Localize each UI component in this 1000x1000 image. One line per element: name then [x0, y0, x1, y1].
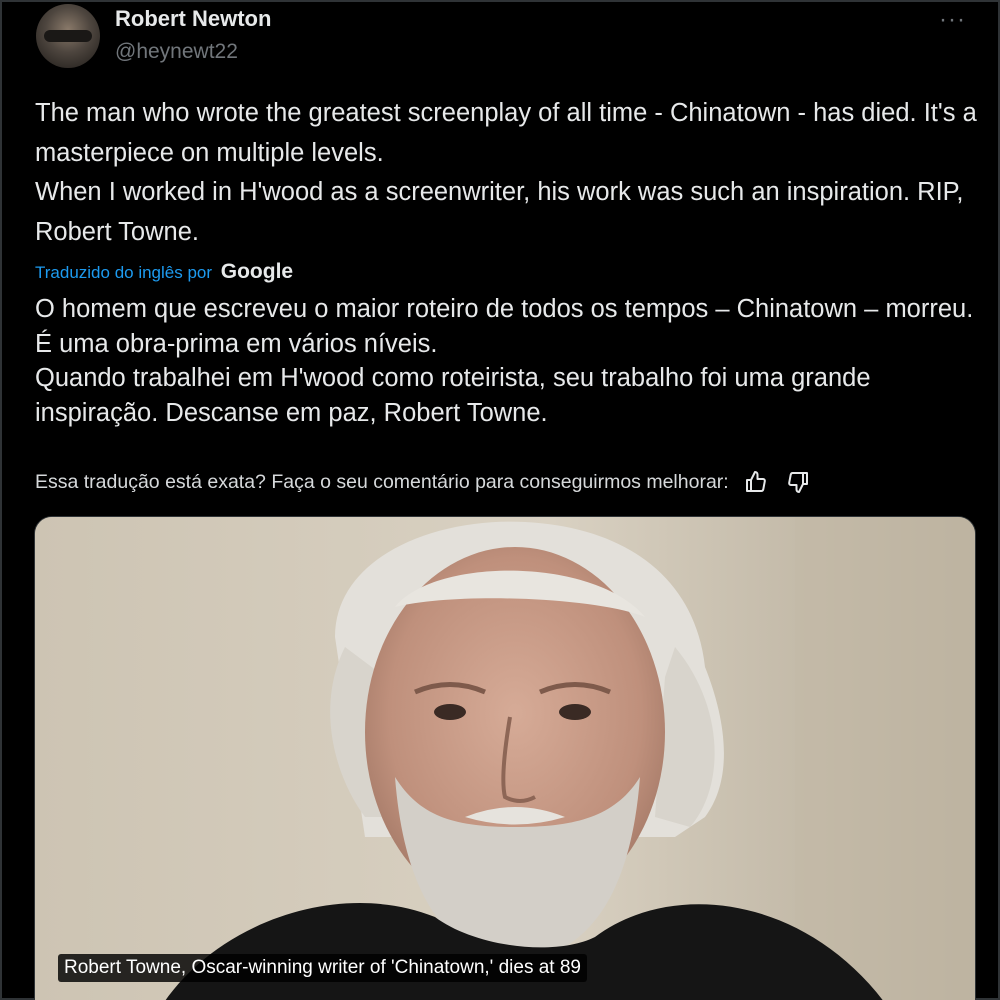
translation-attribution[interactable]: Traduzido do inglês por Google — [35, 260, 293, 284]
author-handle[interactable]: @heynewt22 — [115, 40, 238, 64]
translation-feedback: Essa tradução está exata? Faça o seu com… — [35, 468, 813, 496]
author-display-name[interactable]: Robert Newton — [115, 6, 271, 32]
avatar[interactable] — [36, 4, 100, 68]
tweet-photo[interactable] — [34, 516, 976, 1000]
translation-provider: Google — [220, 260, 294, 283]
tweet-line: When I worked in H'wood as a screenwrite… — [35, 178, 964, 246]
translated-text: O homem que escreveu o maior roteiro de … — [35, 292, 980, 430]
translated-line: Quando trabalhei em H'wood como roteiris… — [35, 364, 871, 427]
translated-line: O homem que escreveu o maior roteiro de … — [35, 295, 974, 358]
more-options-icon[interactable]: ··· — [939, 6, 966, 34]
tweet-line: The man who wrote the greatest screenpla… — [35, 99, 977, 167]
tweet-card: Robert Newton @heynewt22 ··· The man who… — [0, 0, 1000, 1000]
tweet-text: The man who wrote the greatest screenpla… — [35, 94, 980, 252]
avatar-sunglasses — [44, 30, 92, 42]
portrait-photo — [35, 517, 975, 1000]
translation-label: Traduzido do inglês por — [35, 263, 213, 282]
media-caption: Robert Towne, Oscar-winning writer of 'C… — [58, 954, 587, 982]
thumbs-up-icon[interactable] — [741, 468, 771, 496]
thumbs-down-icon[interactable] — [783, 468, 813, 496]
feedback-prompt: Essa tradução está exata? Faça o seu com… — [35, 470, 729, 493]
